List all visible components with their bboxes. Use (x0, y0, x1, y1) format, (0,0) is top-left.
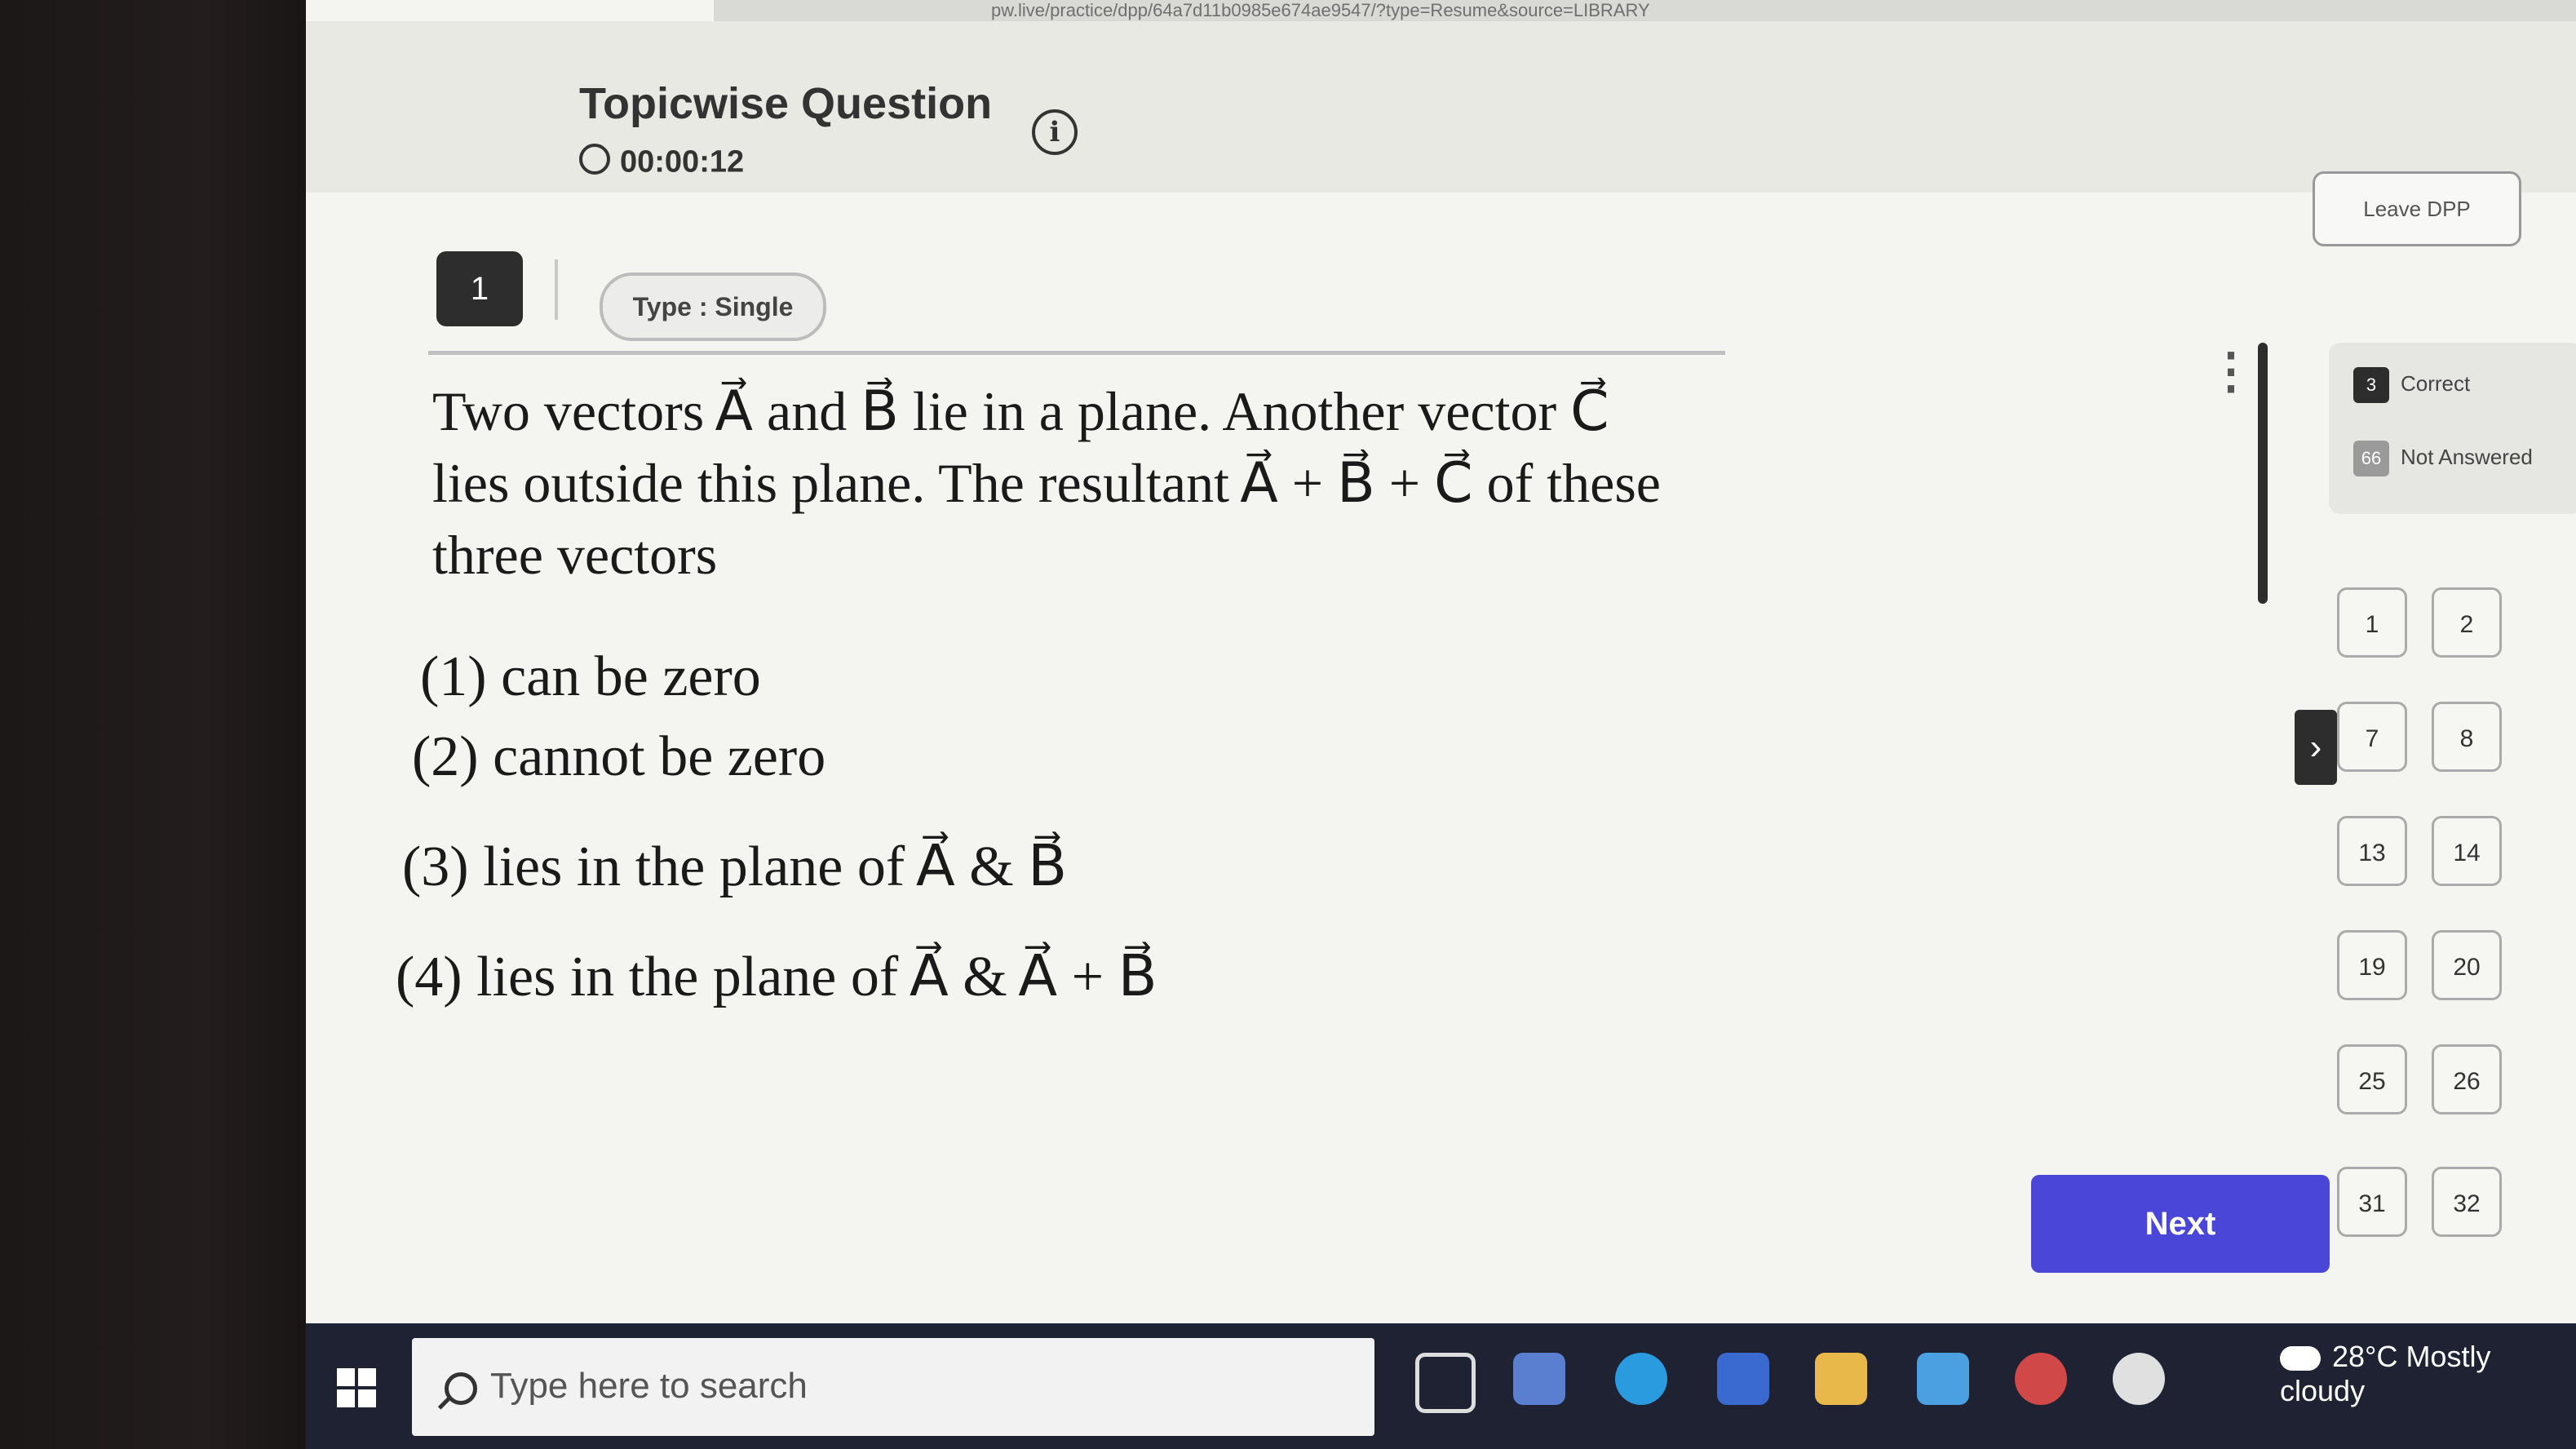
search-placeholder: Type here to search (490, 1366, 808, 1406)
chevron-right-icon[interactable]: › (2295, 710, 2337, 785)
question-text: Two vectors A⃗ and B⃗ lie in a plane. An… (432, 375, 1737, 591)
status-legend: 3 Correct 66 Not Answered (2329, 343, 2576, 514)
clock-icon (579, 143, 610, 175)
task-view-icon[interactable] (1415, 1353, 1476, 1413)
divider (428, 351, 1725, 355)
palette-button[interactable]: 25 (2337, 1044, 2407, 1114)
app-icon[interactable] (2015, 1353, 2067, 1405)
scrollbar[interactable] (2258, 343, 2268, 604)
page-title: Topicwise Question (579, 79, 993, 128)
question-type-badge: Type : Single (600, 273, 826, 341)
question-line-3: three vectors (432, 524, 718, 586)
timer-value: 00:00:12 (620, 144, 745, 179)
cloud-icon (2280, 1346, 2321, 1371)
palette-button[interactable]: 8 (2432, 702, 2502, 772)
palette-button[interactable]: 7 (2337, 702, 2407, 772)
question-line-1: Two vectors A⃗ and B⃗ lie in a plane. An… (432, 380, 1609, 442)
option-1[interactable]: (1) can be zero (420, 645, 761, 710)
palette-button[interactable]: 26 (2432, 1044, 2502, 1114)
option-2[interactable]: (2) cannot be zero (412, 724, 825, 790)
palette-button[interactable]: 31 (2337, 1167, 2407, 1237)
option-3[interactable]: (3) lies in the plane of A⃗ & B⃗ (402, 832, 1067, 900)
browser-screen: pw.live/practice/dpp/64a7d11b0985e674ae9… (306, 0, 2576, 1323)
question-number: 1 (436, 251, 523, 326)
chrome-icon[interactable] (2113, 1353, 2165, 1405)
more-options-icon[interactable]: ⋮ (2206, 343, 2255, 400)
palette-button[interactable]: 32 (2432, 1167, 2502, 1237)
windows-taskbar: Type here to search 28°C Mostly cloudy (306, 1323, 2576, 1449)
divider (555, 259, 558, 320)
palette-button[interactable]: 19 (2337, 930, 2407, 1000)
palette-button[interactable]: 13 (2337, 816, 2407, 886)
file-explorer-icon[interactable] (1815, 1353, 1867, 1405)
weather-widget[interactable]: 28°C Mostly cloudy (2280, 1340, 2576, 1408)
question-line-2: lies outside this plane. The resultant A… (432, 452, 1661, 514)
app-icon[interactable] (1513, 1353, 1565, 1405)
info-icon[interactable]: i (1032, 109, 1078, 155)
legend-not-answered: 66 Not Answered (2353, 441, 2533, 476)
legend-label: Correct (2401, 370, 2471, 396)
search-icon (445, 1372, 477, 1405)
correct-count: 3 (2353, 367, 2389, 403)
legend-correct: 3 Correct (2353, 367, 2470, 403)
palette-button[interactable]: 2 (2432, 587, 2502, 658)
url-text: pw.live/practice/dpp/64a7d11b0985e674ae9… (991, 0, 1650, 20)
store-icon[interactable] (1717, 1353, 1769, 1405)
option-4[interactable]: (4) lies in the plane of A⃗ & A⃗ + B⃗ (396, 942, 1157, 1010)
palette-button[interactable]: 20 (2432, 930, 2502, 1000)
palette-button[interactable]: 1 (2337, 587, 2407, 658)
edge-icon[interactable] (1615, 1353, 1667, 1405)
legend-label: Not Answered (2401, 444, 2533, 469)
timer: 00:00:12 (579, 143, 745, 179)
not-answered-count: 66 (2353, 441, 2389, 476)
page-header: Topicwise Question i 00:00:12 (306, 21, 2576, 193)
url-bar[interactable]: pw.live/practice/dpp/64a7d11b0985e674ae9… (714, 0, 2576, 21)
windows-start-icon[interactable] (337, 1368, 378, 1409)
taskbar-search[interactable]: Type here to search (412, 1338, 1374, 1436)
next-button[interactable]: Next (2031, 1175, 2330, 1273)
leave-dpp-button[interactable]: Leave DPP (2313, 171, 2521, 246)
mail-icon[interactable] (1917, 1353, 1969, 1405)
palette-button[interactable]: 14 (2432, 816, 2502, 886)
